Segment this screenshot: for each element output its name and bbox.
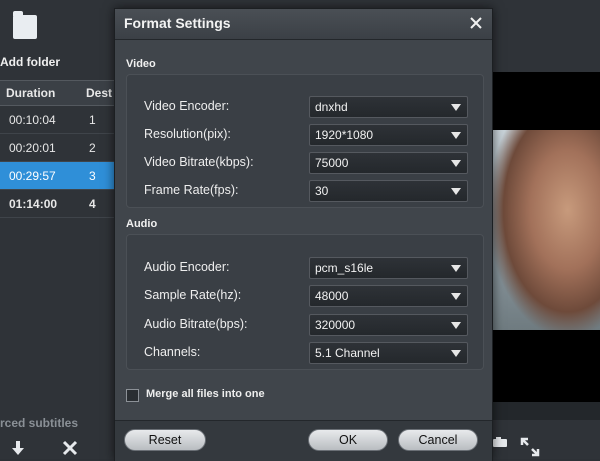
frame-rate-value: 30 [315,184,329,198]
table-row-selected[interactable]: 00:29:57 3 [0,162,114,190]
add-folder-label[interactable]: Add folder [0,55,60,69]
down-arrow-icon[interactable] [10,440,26,456]
chevron-down-icon [451,322,461,329]
video-group: Video Encoder: dnxhd Resolution(pix): 19… [126,74,484,208]
ok-button[interactable]: OK [308,429,388,451]
video-encoder-select[interactable]: dnxhd [309,96,468,118]
frame-rate-label: Frame Rate(fps): [144,183,239,197]
dialog-body: Video Video Encoder: dnxhd Resolution(pi… [115,40,492,420]
merge-files-checkbox[interactable] [126,389,139,402]
row-duration: 00:10:04 [9,113,56,127]
dialog-titlebar[interactable]: Format Settings [115,9,492,40]
video-bitrate-label: Video Bitrate(kbps): [144,155,254,169]
row-dest: 1 [89,113,96,127]
sample-rate-value: 48000 [315,289,349,303]
resolution-select[interactable]: 1920*1080 [309,124,468,146]
cancel-button[interactable]: Cancel [398,429,478,451]
folder-icon[interactable] [13,11,37,39]
merge-files-label[interactable]: Merge all files into one [146,388,265,400]
sample-rate-label: Sample Rate(hz): [144,288,242,302]
audio-bitrate-value: 320000 [315,318,356,332]
video-preview [492,72,600,402]
table-row[interactable]: 00:10:04 1 [0,106,114,134]
video-encoder-label: Video Encoder: [144,99,230,113]
channels-select[interactable]: 5.1 Channel [309,342,468,364]
table-row[interactable]: 01:14:00 4 [0,190,114,218]
chevron-down-icon [451,104,461,111]
row-duration: 00:20:01 [9,141,56,155]
resolution-label: Resolution(pix): [144,127,231,141]
row-duration: 01:14:00 [9,197,58,211]
row-dest: 4 [89,197,96,211]
chevron-down-icon [451,293,461,300]
table-row[interactable]: 00:20:01 2 [0,134,114,162]
channels-value: 5.1 Channel [315,346,380,360]
file-table: Duration Dest 00:10:04 1 00:20:01 2 00:2… [0,80,114,218]
resolution-value: 1920*1080 [315,128,374,142]
row-duration: 00:29:57 [9,169,56,183]
audio-encoder-label: Audio Encoder: [144,260,230,274]
delete-x-icon[interactable] [62,440,78,456]
dialog-footer: Reset OK Cancel [115,420,492,461]
video-bitrate-value: 75000 [315,156,349,170]
chevron-down-icon [451,188,461,195]
forced-subtitles-label[interactable]: rced subtitles [0,416,78,430]
channels-label: Channels: [144,345,201,359]
close-icon[interactable] [468,15,484,31]
audio-bitrate-label: Audio Bitrate(bps): [144,317,248,331]
audio-group: Audio Encoder: pcm_s16le Sample Rate(hz)… [126,234,484,370]
column-duration[interactable]: Duration [6,86,55,100]
reset-button[interactable]: Reset [124,429,206,451]
fullscreen-icon[interactable] [520,437,540,457]
sample-rate-select[interactable]: 48000 [309,285,468,307]
preview-control-bar [492,402,600,420]
chevron-down-icon [451,350,461,357]
row-dest: 3 [89,169,96,183]
file-table-header: Duration Dest [0,80,114,106]
dialog-title: Format Settings [124,15,231,31]
preview-frame [492,130,600,330]
video-encoder-value: dnxhd [315,100,348,114]
frame-rate-select[interactable]: 30 [309,180,468,202]
row-dest: 2 [89,141,96,155]
video-section-title: Video [126,58,156,70]
format-settings-dialog: Format Settings Video Video Encoder: dnx… [114,8,493,461]
video-bitrate-select[interactable]: 75000 [309,152,468,174]
chevron-down-icon [451,132,461,139]
column-destination[interactable]: Dest [86,86,112,100]
audio-encoder-value: pcm_s16le [315,261,374,275]
audio-bitrate-select[interactable]: 320000 [309,314,468,336]
chevron-down-icon [451,160,461,167]
audio-section-title: Audio [126,218,158,230]
chevron-down-icon [451,265,461,272]
snapshot-icon[interactable] [493,437,507,447]
audio-encoder-select[interactable]: pcm_s16le [309,257,468,279]
